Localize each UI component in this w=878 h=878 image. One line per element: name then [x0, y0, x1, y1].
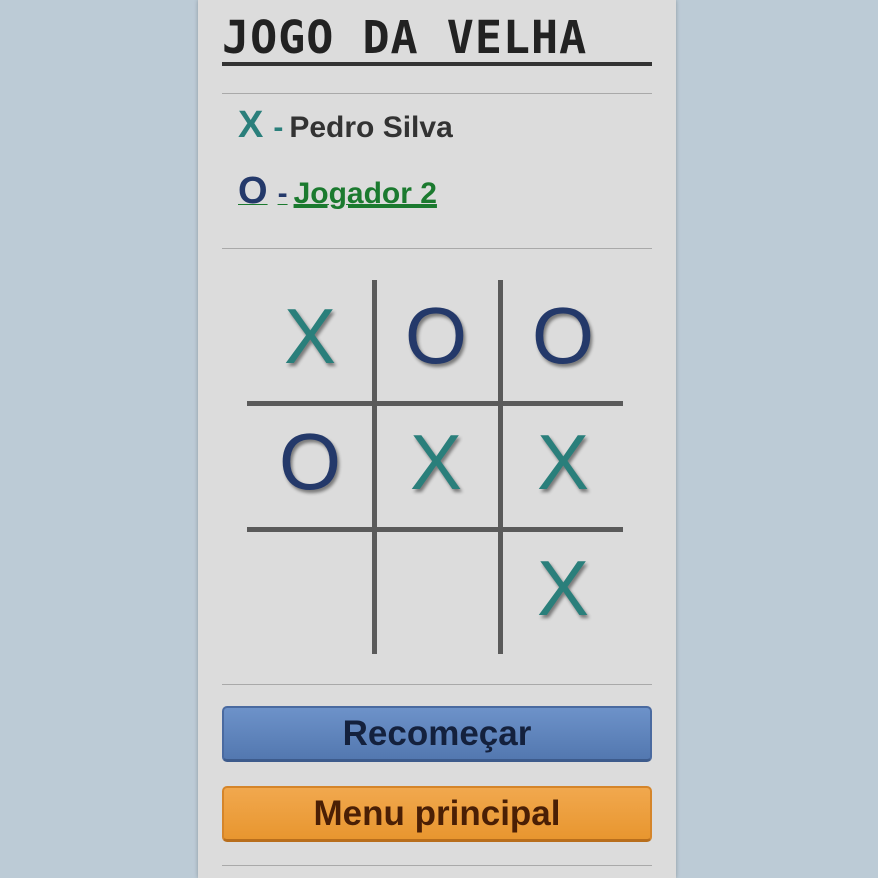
board-cell[interactable]: O — [501, 274, 625, 398]
board-cell[interactable] — [248, 526, 372, 650]
title-underline — [222, 62, 652, 66]
game-board: X O O O X X X — [247, 280, 626, 654]
player-x-row: X - Pedro Silva — [238, 104, 453, 147]
board-cell[interactable]: X — [501, 526, 625, 650]
board-cell[interactable]: O — [374, 274, 498, 398]
player-o-row[interactable]: O - Jogador 2 — [238, 170, 437, 213]
divider — [222, 248, 652, 249]
game-panel: JOGO DA VELHA X - Pedro Silva O - Jogador 2 … — [198, 0, 676, 878]
player-x-name: Pedro Silva — [289, 111, 453, 144]
board-cell[interactable]: X — [374, 400, 498, 524]
player-x-dash: - — [273, 111, 284, 144]
player-x-symbol: X — [238, 104, 264, 146]
board-cell[interactable]: O — [248, 400, 372, 524]
player-o-name-link[interactable]: Jogador 2 — [294, 177, 437, 210]
main-menu-button[interactable]: Menu principal — [222, 786, 652, 842]
board-cell[interactable] — [374, 526, 498, 650]
divider — [222, 93, 652, 94]
page-title: JOGO DA VELHA — [222, 11, 588, 64]
restart-button[interactable]: Recomeçar — [222, 706, 652, 762]
player-o-dash: - — [277, 177, 288, 210]
board-cell[interactable]: X — [501, 400, 625, 524]
divider — [222, 684, 652, 685]
divider — [222, 865, 652, 866]
board-cell[interactable]: X — [248, 274, 372, 398]
player-o-symbol: O — [238, 170, 268, 212]
